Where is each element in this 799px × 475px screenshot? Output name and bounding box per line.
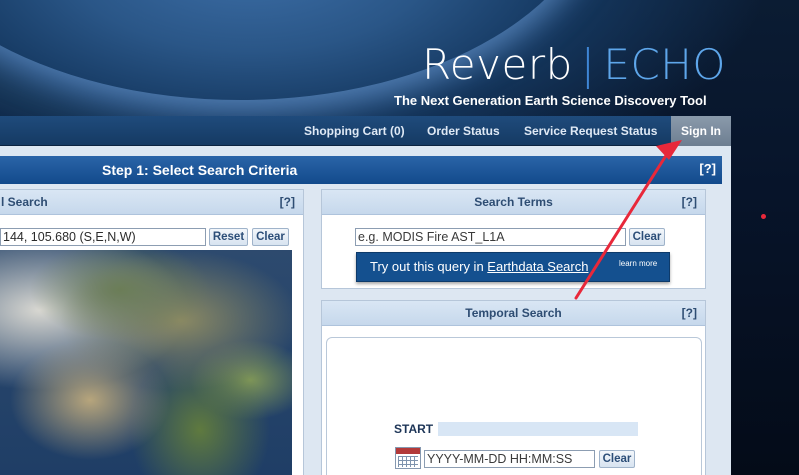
brand-echo: ECHO <box>603 40 726 89</box>
spatial-map[interactable] <box>0 250 292 475</box>
earthdata-search-link[interactable]: Earthdata Search <box>487 259 588 274</box>
search-terms-header: Search Terms [?] <box>322 190 705 215</box>
brand-separator: | <box>580 40 596 89</box>
spatial-clear-button[interactable]: Clear <box>252 228 289 246</box>
brand-reverb: Reverb <box>422 40 573 89</box>
nav-service-request-status[interactable]: Service Request Status <box>524 116 657 146</box>
calendar-icon-grid <box>398 456 418 467</box>
step-title: Step 1: Select Search Criteria <box>102 162 298 178</box>
calendar-icon[interactable] <box>395 447 421 469</box>
search-terms-title: Search Terms <box>474 195 553 209</box>
spatial-help-link[interactable]: [?] <box>280 190 295 215</box>
sign-in-button[interactable]: Sign In <box>671 116 731 146</box>
earthdata-tooltip: Try out this query in Earthdata Search l… <box>356 252 670 282</box>
spatial-search-title: l Search <box>1 195 48 209</box>
tooltip-prefix: Try out this query in <box>370 259 488 274</box>
nav-shopping-cart[interactable]: Shopping Cart (0) <box>304 116 405 146</box>
start-bar <box>438 422 638 436</box>
tagline: The Next Generation Earth Science Discov… <box>394 93 707 108</box>
top-nav: Shopping Cart (0) Order Status Service R… <box>0 116 731 146</box>
step-header: Step 1: Select Search Criteria [?] <box>0 156 722 184</box>
reset-button[interactable]: Reset <box>209 228 248 246</box>
calendar-icon-header <box>396 448 420 454</box>
search-terms-clear-button[interactable]: Clear <box>629 228 665 246</box>
step-help-link[interactable]: [?] <box>699 156 716 182</box>
temporal-search-title: Temporal Search <box>465 306 562 320</box>
spatial-coords-input[interactable] <box>0 228 206 246</box>
search-terms-help-link[interactable]: [?] <box>682 190 697 215</box>
brand-logo: Reverb | ECHO <box>422 40 726 90</box>
search-terms-input[interactable] <box>355 228 626 246</box>
temporal-help-link[interactable]: [?] <box>682 301 697 326</box>
temporal-search-card: Temporal Search [?] <box>321 300 706 475</box>
spatial-search-header: l Search [?] <box>0 190 303 215</box>
tooltip-text: Try out this query in Earthdata Search <box>370 253 588 281</box>
start-date-input[interactable] <box>424 450 595 468</box>
nav-order-status[interactable]: Order Status <box>427 116 500 146</box>
learn-more-link[interactable]: learn more <box>619 259 657 268</box>
start-date-clear-button[interactable]: Clear <box>599 450 635 468</box>
start-label: START <box>394 422 434 436</box>
annotation-dot <box>761 214 766 219</box>
temporal-search-header: Temporal Search [?] <box>322 301 705 326</box>
